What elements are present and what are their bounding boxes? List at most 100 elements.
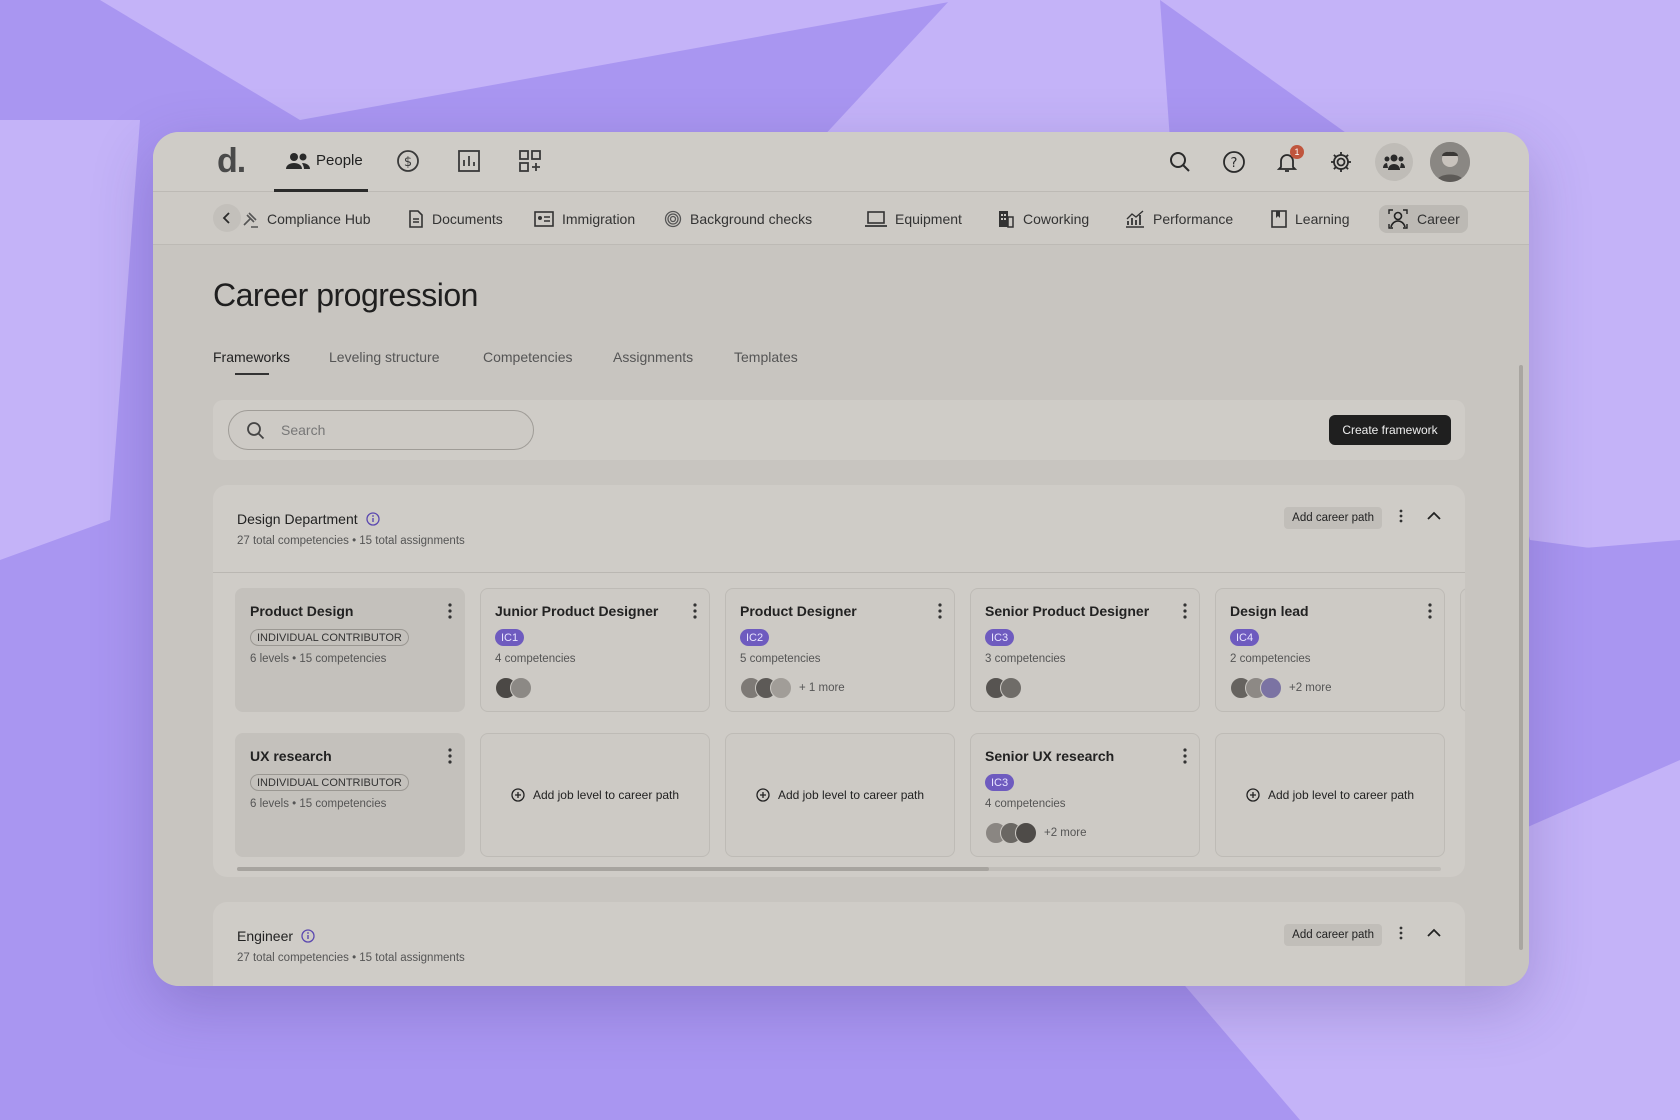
- assignee-avatars[interactable]: + 1 more: [740, 677, 845, 699]
- tab-templates[interactable]: Templates: [734, 349, 798, 365]
- search-icon[interactable]: [1166, 148, 1194, 176]
- subnav-item-immigration[interactable]: Immigration: [534, 205, 635, 233]
- vertical-scrollbar[interactable]: [1519, 365, 1523, 950]
- tab-frameworks[interactable]: Frameworks: [213, 349, 290, 365]
- section-title: Design Department: [237, 511, 380, 527]
- team-icon: [1383, 154, 1405, 170]
- horizontal-scrollbar-thumb[interactable]: [237, 867, 989, 871]
- section-kebab-icon[interactable]: [1399, 926, 1403, 940]
- kebab-icon[interactable]: [448, 748, 452, 764]
- main-content: Career progression Frameworks Leveling s…: [153, 245, 1529, 986]
- more-assignees: +2 more: [1289, 682, 1332, 694]
- info-icon[interactable]: [365, 512, 380, 526]
- add-job-level-card[interactable]: Add job level to career path: [725, 733, 955, 857]
- reports-icon[interactable]: [456, 148, 482, 174]
- kebab-icon[interactable]: [1183, 603, 1187, 619]
- info-icon[interactable]: [301, 929, 315, 943]
- framework-section-design: Design Department 27 total competencies …: [213, 485, 1465, 877]
- subnav-item-documents[interactable]: Documents: [408, 205, 503, 233]
- apps-icon[interactable]: [517, 148, 543, 174]
- add-career-path-button[interactable]: Add career path: [1284, 924, 1382, 946]
- avatar: [770, 677, 792, 699]
- subnav-item-performance[interactable]: Performance: [1125, 205, 1233, 233]
- laptop-icon: [865, 211, 887, 227]
- assignee-avatars[interactable]: [985, 677, 1022, 699]
- plus-circle-icon: [756, 788, 770, 802]
- kebab-icon[interactable]: [1183, 748, 1187, 764]
- more-assignees: +2 more: [1044, 827, 1087, 839]
- app-logo[interactable]: d.: [217, 142, 246, 181]
- tab-leveling-structure[interactable]: Leveling structure: [329, 349, 440, 365]
- nav-people[interactable]: People: [274, 132, 368, 192]
- book-icon: [1271, 210, 1287, 228]
- search-toolbar: Search Create framework: [213, 400, 1465, 460]
- subnav-item-equipment[interactable]: Equipment: [865, 205, 962, 233]
- performance-chart-icon: [1126, 210, 1144, 228]
- notification-badge: 1: [1290, 145, 1304, 159]
- subnav-item-background-checks[interactable]: Background checks: [664, 205, 812, 233]
- assignee-avatars[interactable]: [495, 677, 532, 699]
- svg-text:$: $: [404, 155, 412, 170]
- job-level-card[interactable]: Design lead IC4 2 competencies +2 more: [1215, 588, 1445, 712]
- plus-circle-icon: [511, 788, 525, 802]
- kebab-icon[interactable]: [938, 603, 942, 619]
- avatar: [1000, 677, 1022, 699]
- level-badge: IC4: [1230, 629, 1260, 646]
- job-level-card[interactable]: Product Designer IC2 5 competencies + 1 …: [725, 588, 955, 712]
- document-icon: [409, 210, 423, 228]
- assignee-avatars[interactable]: +2 more: [985, 822, 1087, 844]
- user-avatar[interactable]: [1430, 142, 1470, 182]
- section-divider: [213, 572, 1465, 573]
- section-subtitle: 27 total competencies • 15 total assignm…: [237, 535, 465, 547]
- add-job-level-card[interactable]: Add job level to career path: [1215, 733, 1445, 857]
- career-icon: [1388, 209, 1408, 229]
- section-subtitle: 27 total competencies • 15 total assignm…: [237, 952, 465, 964]
- level-badge: IC1: [495, 629, 525, 646]
- job-level-card[interactable]: Junior Product Designer IC1 4 competenci…: [480, 588, 710, 712]
- tab-competencies[interactable]: Competencies: [483, 349, 573, 365]
- fingerprint-icon: [664, 210, 682, 228]
- people-icon: [286, 152, 310, 169]
- chevron-up-icon[interactable]: [1427, 928, 1441, 938]
- plus-circle-icon: [1246, 788, 1260, 802]
- add-job-level-card[interactable]: Add job level to career path: [480, 733, 710, 857]
- avatar: [510, 677, 532, 699]
- path-type-badge: INDIVIDUAL CONTRIBUTOR: [250, 629, 409, 646]
- career-path-card[interactable]: Product Design INDIVIDUAL CONTRIBUTOR 6 …: [235, 588, 465, 712]
- kebab-icon[interactable]: [1428, 603, 1432, 619]
- subnav-item-coworking[interactable]: Coworking: [997, 205, 1089, 233]
- path-type-badge: INDIVIDUAL CONTRIBUTOR: [250, 774, 409, 791]
- career-path-card[interactable]: UX research INDIVIDUAL CONTRIBUTOR 6 lev…: [235, 733, 465, 857]
- top-bar: d. People $ ? 1: [153, 132, 1529, 192]
- section-title: Engineer: [237, 928, 315, 944]
- payroll-icon[interactable]: $: [395, 148, 421, 174]
- module-subnav: Compliance Hub Documents Immigration Bac…: [153, 192, 1529, 245]
- help-icon[interactable]: ?: [1220, 148, 1248, 176]
- gear-icon[interactable]: [1327, 148, 1355, 176]
- kebab-icon[interactable]: [448, 603, 452, 619]
- more-assignees: + 1 more: [799, 682, 845, 694]
- section-kebab-icon[interactable]: [1399, 509, 1403, 523]
- app-window: d. People $ ? 1 Compliance Hub Documents…: [153, 132, 1529, 986]
- assignee-avatars[interactable]: +2 more: [1230, 677, 1332, 699]
- id-card-icon: [534, 211, 554, 227]
- subnav-item-career[interactable]: Career: [1379, 205, 1468, 233]
- add-career-path-button[interactable]: Add career path: [1284, 507, 1382, 529]
- search-placeholder: Search: [281, 422, 326, 438]
- subnav-back-button[interactable]: [213, 204, 241, 232]
- active-tab-indicator: [235, 373, 269, 375]
- job-level-card[interactable]: Senior Product Designer IC3 3 competenci…: [970, 588, 1200, 712]
- create-framework-button[interactable]: Create framework: [1329, 415, 1451, 445]
- gavel-icon: [243, 212, 258, 228]
- overflow-card-edge: [1460, 588, 1465, 712]
- search-input[interactable]: Search: [228, 410, 534, 450]
- chevron-up-icon[interactable]: [1427, 511, 1441, 521]
- job-level-card[interactable]: Senior UX research IC3 4 competencies +2…: [970, 733, 1200, 857]
- subnav-item-learning[interactable]: Learning: [1271, 205, 1350, 233]
- framework-section-engineer: Engineer 27 total competencies • 15 tota…: [213, 902, 1465, 986]
- chevron-left-icon: [222, 212, 230, 224]
- tab-assignments[interactable]: Assignments: [613, 349, 693, 365]
- kebab-icon[interactable]: [693, 603, 697, 619]
- subnav-item-compliance-hub[interactable]: Compliance Hub: [241, 205, 371, 233]
- team-switcher-button[interactable]: [1375, 143, 1413, 181]
